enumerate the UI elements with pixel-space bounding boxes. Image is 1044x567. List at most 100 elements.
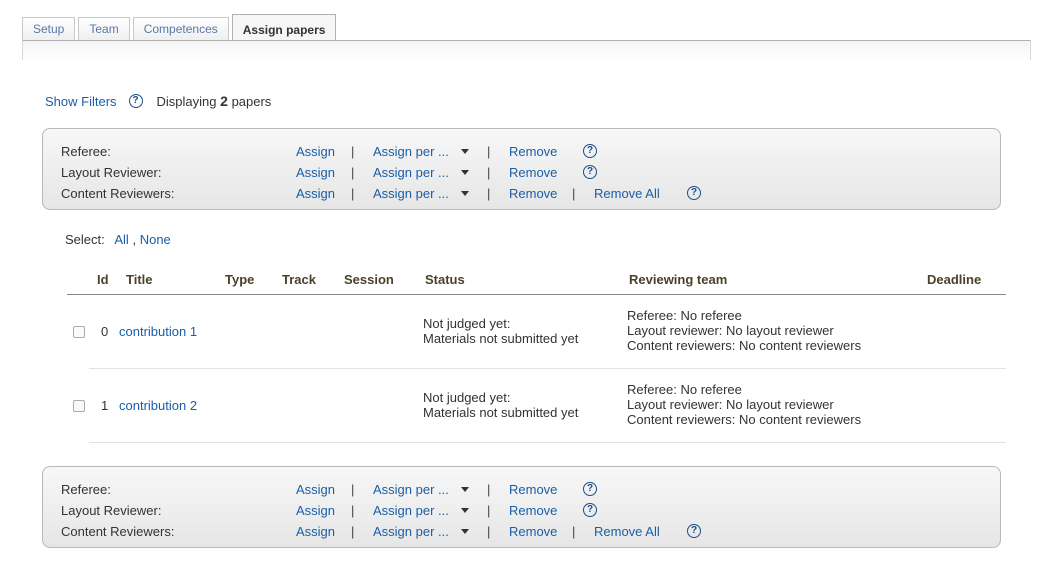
team-layout-reviewer: Layout reviewer: No layout reviewer bbox=[627, 397, 834, 412]
separator: | bbox=[351, 143, 355, 159]
assign-content-reviewers-link[interactable]: Assign bbox=[296, 524, 335, 539]
help-icon[interactable]: ? bbox=[583, 503, 597, 517]
layout-reviewer-actions: Layout Reviewer: Assign | Assign per ...… bbox=[61, 502, 991, 518]
papers-table-header: Id Title Type Track Session Status Revie… bbox=[67, 270, 1006, 295]
assign-layout-reviewer-link[interactable]: Assign bbox=[296, 503, 335, 518]
caret-down-icon bbox=[460, 528, 469, 534]
select-comma: , bbox=[132, 232, 137, 247]
help-icon[interactable]: ? bbox=[583, 482, 597, 496]
assign-referee-link[interactable]: Assign bbox=[296, 482, 335, 497]
separator: | bbox=[487, 481, 491, 497]
paper-title-link[interactable]: contribution 1 bbox=[119, 324, 197, 339]
col-reviewing-team[interactable]: Reviewing team bbox=[629, 272, 727, 287]
tab-assign-papers[interactable]: Assign papers bbox=[231, 14, 337, 41]
separator: | bbox=[487, 185, 491, 201]
remove-layout-reviewer-link[interactable]: Remove bbox=[509, 503, 557, 518]
caret-down-icon bbox=[460, 148, 469, 154]
remove-content-reviewers-link[interactable]: Remove bbox=[509, 186, 557, 201]
referee-actions: Referee: Assign | Assign per ... | Remov… bbox=[61, 143, 991, 159]
row-divider bbox=[89, 442, 1006, 443]
remove-content-reviewers-link[interactable]: Remove bbox=[509, 524, 557, 539]
separator: | bbox=[351, 164, 355, 180]
help-icon[interactable]: ? bbox=[583, 144, 597, 158]
assign-per-label: Assign per ... bbox=[373, 502, 449, 518]
paper-id: 1 bbox=[101, 398, 109, 413]
table-row: 0 contribution 1 Not judged yet: Materia… bbox=[67, 295, 1006, 369]
col-type[interactable]: Type bbox=[225, 272, 254, 287]
content-reviewers-actions: Content Reviewers: Assign | Assign per .… bbox=[61, 523, 991, 539]
assign-per-label: Assign per ... bbox=[373, 523, 449, 539]
separator: | bbox=[351, 481, 355, 497]
assign-per-referee-dropdown[interactable]: Assign per ... bbox=[373, 144, 469, 159]
referee-actions: Referee: Assign | Assign per ... | Remov… bbox=[61, 481, 991, 497]
separator: | bbox=[487, 502, 491, 518]
col-id[interactable]: Id bbox=[97, 272, 109, 287]
remove-all-content-reviewers-link[interactable]: Remove All bbox=[594, 186, 660, 201]
separator: | bbox=[351, 502, 355, 518]
assign-actions-panel-bottom: Referee: Assign | Assign per ... | Remov… bbox=[42, 466, 1001, 548]
paper-id: 0 bbox=[101, 324, 109, 339]
paper-title-link[interactable]: contribution 2 bbox=[119, 398, 197, 413]
show-filters-link[interactable]: Show Filters bbox=[45, 94, 117, 109]
displaying-prefix: Displaying bbox=[156, 94, 217, 109]
separator: | bbox=[487, 523, 491, 539]
layout-reviewer-label: Layout Reviewer: bbox=[61, 502, 162, 518]
tab-competences[interactable]: Competences bbox=[132, 17, 229, 41]
select-all-link[interactable]: All bbox=[114, 232, 128, 247]
assign-per-content-reviewers-dropdown[interactable]: Assign per ... bbox=[373, 186, 469, 201]
referee-label: Referee: bbox=[61, 481, 111, 497]
caret-down-icon bbox=[460, 190, 469, 196]
help-icon[interactable]: ? bbox=[128, 94, 143, 108]
status-line: Not judged yet: bbox=[423, 390, 511, 405]
assign-per-referee-dropdown[interactable]: Assign per ... bbox=[373, 482, 469, 497]
content-reviewers-actions: Content Reviewers: Assign | Assign per .… bbox=[61, 185, 991, 201]
status-line: Materials not submitted yet bbox=[423, 405, 579, 420]
assign-per-label: Assign per ... bbox=[373, 185, 449, 201]
assign-per-content-reviewers-dropdown[interactable]: Assign per ... bbox=[373, 524, 469, 539]
col-deadline[interactable]: Deadline bbox=[927, 272, 981, 287]
assign-content-reviewers-link[interactable]: Assign bbox=[296, 186, 335, 201]
paper-count: 2 bbox=[220, 93, 228, 109]
help-icon[interactable]: ? bbox=[687, 186, 701, 200]
select-controls: Select: All , None bbox=[65, 232, 171, 247]
filter-bar: Show Filters ? Displaying 2 papers bbox=[45, 92, 271, 110]
referee-label: Referee: bbox=[61, 143, 111, 159]
tab-team[interactable]: Team bbox=[78, 17, 130, 41]
separator: | bbox=[351, 523, 355, 539]
team-content-reviewers: Content reviewers: No content reviewers bbox=[627, 338, 862, 353]
remove-referee-link[interactable]: Remove bbox=[509, 482, 557, 497]
status-line: Materials not submitted yet bbox=[423, 331, 579, 346]
team-content-reviewers: Content reviewers: No content reviewers bbox=[627, 412, 862, 427]
assign-actions-panel-top: Referee: Assign | Assign per ... | Remov… bbox=[42, 128, 1001, 210]
assign-referee-link[interactable]: Assign bbox=[296, 144, 335, 159]
separator: | bbox=[572, 523, 576, 539]
reviewing-team: Referee: No referee Layout reviewer: No … bbox=[627, 308, 861, 353]
row-checkbox[interactable] bbox=[73, 326, 85, 338]
remove-referee-link[interactable]: Remove bbox=[509, 144, 557, 159]
assign-per-layout-reviewer-dropdown[interactable]: Assign per ... bbox=[373, 503, 469, 518]
help-icon[interactable]: ? bbox=[583, 165, 597, 179]
col-session[interactable]: Session bbox=[344, 272, 394, 287]
assign-per-layout-reviewer-dropdown[interactable]: Assign per ... bbox=[373, 165, 469, 180]
assign-per-label: Assign per ... bbox=[373, 481, 449, 497]
row-checkbox[interactable] bbox=[73, 400, 85, 412]
help-icon[interactable]: ? bbox=[687, 524, 701, 538]
team-layout-reviewer: Layout reviewer: No layout reviewer bbox=[627, 323, 834, 338]
col-title[interactable]: Title bbox=[126, 272, 153, 287]
remove-layout-reviewer-link[interactable]: Remove bbox=[509, 165, 557, 180]
paper-count-text: Displaying 2 papers bbox=[157, 93, 272, 109]
layout-reviewer-actions: Layout Reviewer: Assign | Assign per ...… bbox=[61, 164, 991, 180]
tab-setup[interactable]: Setup bbox=[22, 17, 76, 41]
separator: | bbox=[351, 185, 355, 201]
col-status[interactable]: Status bbox=[425, 272, 465, 287]
select-none-link[interactable]: None bbox=[140, 232, 171, 247]
team-referee: Referee: No referee bbox=[627, 308, 742, 323]
team-referee: Referee: No referee bbox=[627, 382, 742, 397]
tab-panel-header bbox=[22, 40, 1031, 60]
col-track[interactable]: Track bbox=[282, 272, 316, 287]
paper-status: Not judged yet: Materials not submitted … bbox=[423, 390, 578, 420]
assign-per-label: Assign per ... bbox=[373, 143, 449, 159]
remove-all-content-reviewers-link[interactable]: Remove All bbox=[594, 524, 660, 539]
content-reviewers-label: Content Reviewers: bbox=[61, 523, 175, 539]
assign-layout-reviewer-link[interactable]: Assign bbox=[296, 165, 335, 180]
